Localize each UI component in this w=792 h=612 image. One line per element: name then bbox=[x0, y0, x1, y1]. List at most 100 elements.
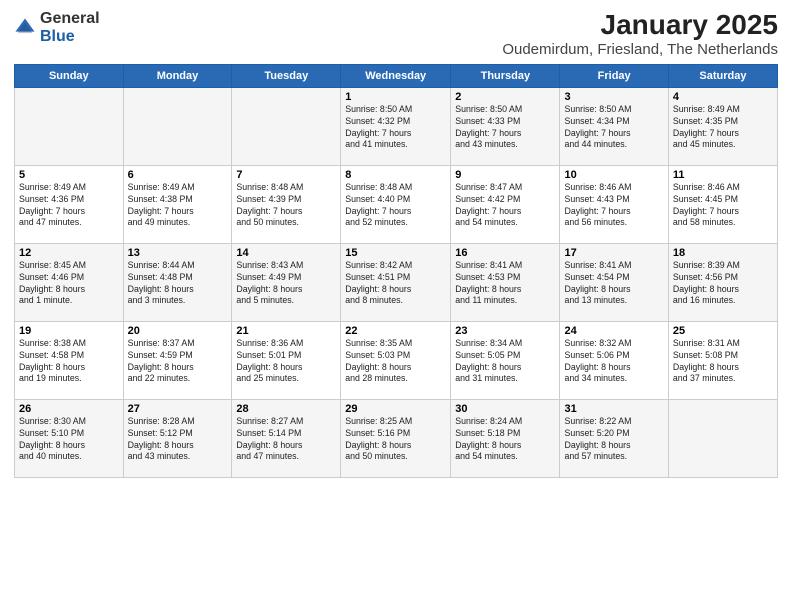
day-info: Sunrise: 8:49 AM Sunset: 4:36 PM Dayligh… bbox=[19, 182, 119, 230]
calendar-week-2: 5Sunrise: 8:49 AM Sunset: 4:36 PM Daylig… bbox=[15, 165, 778, 243]
calendar-cell: 8Sunrise: 8:48 AM Sunset: 4:40 PM Daylig… bbox=[341, 165, 451, 243]
day-number: 10 bbox=[564, 169, 663, 181]
calendar-cell: 19Sunrise: 8:38 AM Sunset: 4:58 PM Dayli… bbox=[15, 321, 124, 399]
day-number: 16 bbox=[455, 247, 555, 259]
calendar-table: SundayMondayTuesdayWednesdayThursdayFrid… bbox=[14, 64, 778, 478]
day-number: 20 bbox=[128, 325, 228, 337]
calendar-cell: 15Sunrise: 8:42 AM Sunset: 4:51 PM Dayli… bbox=[341, 243, 451, 321]
page-title: January 2025 bbox=[502, 10, 778, 41]
calendar-cell: 5Sunrise: 8:49 AM Sunset: 4:36 PM Daylig… bbox=[15, 165, 124, 243]
day-info: Sunrise: 8:32 AM Sunset: 5:06 PM Dayligh… bbox=[564, 338, 663, 386]
day-info: Sunrise: 8:25 AM Sunset: 5:16 PM Dayligh… bbox=[345, 416, 446, 464]
day-number: 8 bbox=[345, 169, 446, 181]
calendar-cell: 29Sunrise: 8:25 AM Sunset: 5:16 PM Dayli… bbox=[341, 399, 451, 477]
logo-general: General bbox=[40, 10, 100, 28]
day-number: 24 bbox=[564, 325, 663, 337]
day-info: Sunrise: 8:43 AM Sunset: 4:49 PM Dayligh… bbox=[236, 260, 336, 308]
calendar-cell: 31Sunrise: 8:22 AM Sunset: 5:20 PM Dayli… bbox=[560, 399, 668, 477]
day-info: Sunrise: 8:34 AM Sunset: 5:05 PM Dayligh… bbox=[455, 338, 555, 386]
day-number: 17 bbox=[564, 247, 663, 259]
day-info: Sunrise: 8:45 AM Sunset: 4:46 PM Dayligh… bbox=[19, 260, 119, 308]
day-number: 15 bbox=[345, 247, 446, 259]
day-number: 27 bbox=[128, 403, 228, 415]
calendar-cell: 27Sunrise: 8:28 AM Sunset: 5:12 PM Dayli… bbox=[123, 399, 232, 477]
calendar-cell: 21Sunrise: 8:36 AM Sunset: 5:01 PM Dayli… bbox=[232, 321, 341, 399]
day-number: 13 bbox=[128, 247, 228, 259]
column-header-friday: Friday bbox=[560, 64, 668, 87]
calendar-cell bbox=[15, 87, 124, 165]
day-number: 1 bbox=[345, 91, 446, 103]
day-number: 5 bbox=[19, 169, 119, 181]
calendar-week-1: 1Sunrise: 8:50 AM Sunset: 4:32 PM Daylig… bbox=[15, 87, 778, 165]
calendar-cell bbox=[123, 87, 232, 165]
calendar-cell: 10Sunrise: 8:46 AM Sunset: 4:43 PM Dayli… bbox=[560, 165, 668, 243]
column-header-saturday: Saturday bbox=[668, 64, 777, 87]
day-number: 14 bbox=[236, 247, 336, 259]
day-number: 11 bbox=[673, 169, 773, 181]
day-info: Sunrise: 8:31 AM Sunset: 5:08 PM Dayligh… bbox=[673, 338, 773, 386]
calendar-cell: 25Sunrise: 8:31 AM Sunset: 5:08 PM Dayli… bbox=[668, 321, 777, 399]
day-number: 23 bbox=[455, 325, 555, 337]
calendar-cell: 14Sunrise: 8:43 AM Sunset: 4:49 PM Dayli… bbox=[232, 243, 341, 321]
day-info: Sunrise: 8:37 AM Sunset: 4:59 PM Dayligh… bbox=[128, 338, 228, 386]
day-number: 29 bbox=[345, 403, 446, 415]
column-header-thursday: Thursday bbox=[451, 64, 560, 87]
calendar-week-3: 12Sunrise: 8:45 AM Sunset: 4:46 PM Dayli… bbox=[15, 243, 778, 321]
day-number: 4 bbox=[673, 91, 773, 103]
day-number: 7 bbox=[236, 169, 336, 181]
calendar-cell: 1Sunrise: 8:50 AM Sunset: 4:32 PM Daylig… bbox=[341, 87, 451, 165]
day-number: 3 bbox=[564, 91, 663, 103]
column-header-sunday: Sunday bbox=[15, 64, 124, 87]
calendar-cell: 18Sunrise: 8:39 AM Sunset: 4:56 PM Dayli… bbox=[668, 243, 777, 321]
calendar-cell bbox=[232, 87, 341, 165]
calendar-cell: 24Sunrise: 8:32 AM Sunset: 5:06 PM Dayli… bbox=[560, 321, 668, 399]
day-info: Sunrise: 8:49 AM Sunset: 4:35 PM Dayligh… bbox=[673, 104, 773, 152]
header-row: General Blue January 2025 Oudemirdum, Fr… bbox=[14, 10, 778, 58]
day-number: 9 bbox=[455, 169, 555, 181]
day-number: 25 bbox=[673, 325, 773, 337]
day-info: Sunrise: 8:47 AM Sunset: 4:42 PM Dayligh… bbox=[455, 182, 555, 230]
calendar-week-5: 26Sunrise: 8:30 AM Sunset: 5:10 PM Dayli… bbox=[15, 399, 778, 477]
calendar-cell: 6Sunrise: 8:49 AM Sunset: 4:38 PM Daylig… bbox=[123, 165, 232, 243]
calendar-cell: 28Sunrise: 8:27 AM Sunset: 5:14 PM Dayli… bbox=[232, 399, 341, 477]
day-info: Sunrise: 8:28 AM Sunset: 5:12 PM Dayligh… bbox=[128, 416, 228, 464]
day-info: Sunrise: 8:44 AM Sunset: 4:48 PM Dayligh… bbox=[128, 260, 228, 308]
day-info: Sunrise: 8:41 AM Sunset: 4:54 PM Dayligh… bbox=[564, 260, 663, 308]
calendar-cell: 20Sunrise: 8:37 AM Sunset: 4:59 PM Dayli… bbox=[123, 321, 232, 399]
day-number: 2 bbox=[455, 91, 555, 103]
page-subtitle: Oudemirdum, Friesland, The Netherlands bbox=[502, 41, 778, 58]
day-info: Sunrise: 8:48 AM Sunset: 4:40 PM Dayligh… bbox=[345, 182, 446, 230]
day-number: 31 bbox=[564, 403, 663, 415]
column-header-tuesday: Tuesday bbox=[232, 64, 341, 87]
day-info: Sunrise: 8:24 AM Sunset: 5:18 PM Dayligh… bbox=[455, 416, 555, 464]
day-info: Sunrise: 8:46 AM Sunset: 4:43 PM Dayligh… bbox=[564, 182, 663, 230]
day-number: 30 bbox=[455, 403, 555, 415]
calendar-week-4: 19Sunrise: 8:38 AM Sunset: 4:58 PM Dayli… bbox=[15, 321, 778, 399]
day-number: 19 bbox=[19, 325, 119, 337]
calendar-cell: 16Sunrise: 8:41 AM Sunset: 4:53 PM Dayli… bbox=[451, 243, 560, 321]
day-info: Sunrise: 8:48 AM Sunset: 4:39 PM Dayligh… bbox=[236, 182, 336, 230]
day-number: 12 bbox=[19, 247, 119, 259]
day-info: Sunrise: 8:39 AM Sunset: 4:56 PM Dayligh… bbox=[673, 260, 773, 308]
day-number: 28 bbox=[236, 403, 336, 415]
day-info: Sunrise: 8:27 AM Sunset: 5:14 PM Dayligh… bbox=[236, 416, 336, 464]
column-header-monday: Monday bbox=[123, 64, 232, 87]
day-info: Sunrise: 8:42 AM Sunset: 4:51 PM Dayligh… bbox=[345, 260, 446, 308]
calendar-cell: 22Sunrise: 8:35 AM Sunset: 5:03 PM Dayli… bbox=[341, 321, 451, 399]
day-info: Sunrise: 8:38 AM Sunset: 4:58 PM Dayligh… bbox=[19, 338, 119, 386]
day-info: Sunrise: 8:50 AM Sunset: 4:32 PM Dayligh… bbox=[345, 104, 446, 152]
calendar-cell: 7Sunrise: 8:48 AM Sunset: 4:39 PM Daylig… bbox=[232, 165, 341, 243]
calendar-cell: 11Sunrise: 8:46 AM Sunset: 4:45 PM Dayli… bbox=[668, 165, 777, 243]
day-info: Sunrise: 8:22 AM Sunset: 5:20 PM Dayligh… bbox=[564, 416, 663, 464]
calendar-cell: 2Sunrise: 8:50 AM Sunset: 4:33 PM Daylig… bbox=[451, 87, 560, 165]
day-number: 26 bbox=[19, 403, 119, 415]
calendar-cell: 9Sunrise: 8:47 AM Sunset: 4:42 PM Daylig… bbox=[451, 165, 560, 243]
calendar-cell: 30Sunrise: 8:24 AM Sunset: 5:18 PM Dayli… bbox=[451, 399, 560, 477]
logo-blue: Blue bbox=[40, 28, 100, 46]
calendar-cell bbox=[668, 399, 777, 477]
calendar-cell: 13Sunrise: 8:44 AM Sunset: 4:48 PM Dayli… bbox=[123, 243, 232, 321]
logo-icon bbox=[14, 17, 36, 39]
calendar-header-row: SundayMondayTuesdayWednesdayThursdayFrid… bbox=[15, 64, 778, 87]
day-info: Sunrise: 8:49 AM Sunset: 4:38 PM Dayligh… bbox=[128, 182, 228, 230]
day-number: 21 bbox=[236, 325, 336, 337]
